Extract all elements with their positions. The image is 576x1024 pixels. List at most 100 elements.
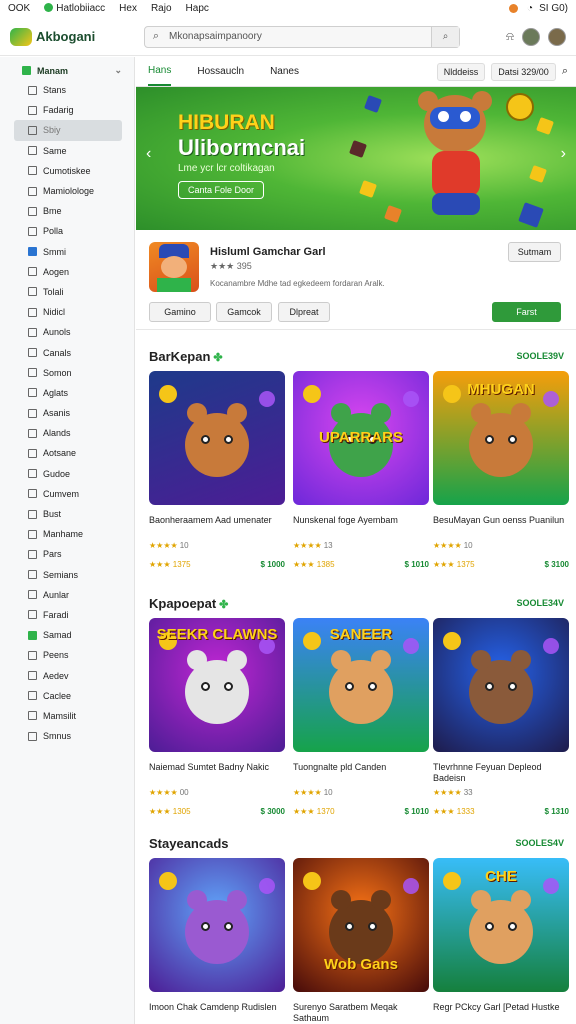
sidebar-item-label: Aogen <box>43 266 70 277</box>
search-icon[interactable]: ⌕ <box>562 65 568 78</box>
sidebar-item-icon <box>28 186 37 196</box>
sidebar-item[interactable]: Smmi <box>0 242 134 262</box>
game-card[interactable]: Wob GansSurenyo Saratbem Meqak Sathaum★★… <box>293 858 429 1024</box>
sidebar-item[interactable]: Aglats <box>0 383 134 403</box>
tab-bar: Hans Hossaucln Nanes Nlddeiss Datsi 329/… <box>136 57 576 87</box>
sidebar-item[interactable]: Caclee <box>0 686 134 706</box>
app-logo[interactable]: Akbogani <box>10 27 130 46</box>
sidebar-item[interactable]: Alands <box>0 423 134 443</box>
sidebar-item[interactable]: Aunlar <box>0 585 134 605</box>
sidebar-item[interactable]: Tolali <box>0 282 134 302</box>
sidebar-item[interactable]: Aunols <box>0 322 134 342</box>
game-card[interactable]: Tlevrhnne Feyuan Depleod Badeisn ★★★★ 33 ★★… <box>433 618 569 816</box>
sidebar-item[interactable]: Peens <box>0 645 134 665</box>
sidebar-item[interactable]: Same <box>0 141 134 161</box>
trophy-decoration <box>506 93 534 121</box>
sidebar-item-icon <box>28 711 37 721</box>
game-thumbnail[interactable]: MHUGAN <box>433 371 569 505</box>
sidebar-item[interactable]: Somon <box>0 363 134 383</box>
see-all-link[interactable]: SOOLE34V <box>516 598 564 608</box>
sidebar-item[interactable]: Aogen <box>0 262 134 282</box>
tag-button[interactable]: Gamcok <box>216 302 272 322</box>
game-card[interactable]: SANEER Tuongnalte pld Canden ★★★★ 10 ★★★ 137… <box>293 618 429 816</box>
avatar[interactable] <box>522 27 540 46</box>
see-all-link[interactable]: SOOLE39V <box>516 351 564 361</box>
sidebar-item[interactable]: Nidicl <box>0 302 134 322</box>
tag-button[interactable]: Gamino <box>149 302 211 322</box>
sidebar-item[interactable]: Smnus <box>0 726 134 746</box>
install-button[interactable]: Farst <box>492 302 561 322</box>
sidebar-item[interactable]: Gudoe <box>0 464 134 484</box>
game-card[interactable]: MHUGAN BesuMayan Gun oenss Puanilun ★★★★ 10… <box>433 371 569 569</box>
game-thumbnail[interactable] <box>149 371 285 505</box>
sidebar-item-label: Bust <box>43 509 62 520</box>
game-thumbnail[interactable]: SEEKR CLAWNS <box>149 618 285 752</box>
game-title: Naiemad Sumtet Badny Nakic <box>149 762 270 772</box>
game-card[interactable]: Baonheraamem Aad umenater ★★★★ 10 ★★★ 1375 $… <box>149 371 285 569</box>
sidebar-item-label: Smmi <box>43 246 66 257</box>
sidebar-item-label: Cumotiskee <box>43 165 91 176</box>
sidebar-item[interactable]: Sbiy <box>14 120 122 141</box>
game-card[interactable]: SEEKR CLAWNS Naiemad Sumtet Badny Nakic ★★… <box>149 618 285 816</box>
game-thumbnail[interactable] <box>149 858 285 992</box>
sidebar-item[interactable]: Polla <box>0 221 134 241</box>
tab-third[interactable]: Nanes <box>270 66 299 77</box>
sidebar-header[interactable]: Manam ⌄ <box>0 57 134 80</box>
game-thumbnail[interactable]: Wob Gans <box>293 858 429 992</box>
tab-second[interactable]: Hossaucln <box>197 66 244 77</box>
game-thumbnail[interactable] <box>433 618 569 752</box>
sidebar-item[interactable]: Asanis <box>0 403 134 423</box>
sidebar-item[interactable]: Bust <box>0 504 134 524</box>
search-input[interactable]: ⌕ Mkonapsaimpanoory ⌕ <box>144 25 460 48</box>
see-all-link[interactable]: SOOLES4V <box>515 838 564 848</box>
game-title: Surenyo Saratbem Meqak Sathaum <box>293 1002 398 1023</box>
sidebar-item-icon <box>28 226 37 236</box>
sidebar-item[interactable]: Cumotiskee <box>0 161 134 181</box>
chevron-right-icon[interactable]: › <box>561 145 566 163</box>
sidebar-item[interactable]: Pars <box>0 544 134 564</box>
filter-pill[interactable]: Nlddeiss <box>436 62 486 81</box>
sidebar-item[interactable]: Mamsilit <box>0 706 134 726</box>
game-thumbnail[interactable]: UPARRARS <box>293 371 429 505</box>
sidebar-item-label: Tolali <box>43 286 64 297</box>
notification-bell-icon[interactable]: ⍾ <box>506 29 514 44</box>
sidebar-item[interactable]: Manhame <box>0 524 134 544</box>
search-button[interactable]: ⌕ <box>431 26 459 47</box>
game-stars: ★★★★ 10 <box>293 788 333 797</box>
sidebar-item[interactable]: Aotsane <box>0 443 134 463</box>
coin-decoration <box>159 385 177 403</box>
sidebar-item[interactable]: Cumvem <box>0 484 134 504</box>
status-item: Hex <box>119 2 137 14</box>
game-card[interactable]: UPARRARS Nunskenal foge Ayembam ★★★★ 13 ★★★ … <box>293 371 429 569</box>
sidebar-item[interactable]: Mamiolologe <box>0 181 134 201</box>
chevron-left-icon[interactable]: ‹ <box>146 145 151 163</box>
game-card[interactable]: Imoon Chak Camdenp Rudislen★★★★ <box>149 858 285 1024</box>
sidebar-item[interactable]: Bme <box>0 201 134 221</box>
sidebar-item[interactable]: Semians <box>0 565 134 585</box>
banner-cta-button[interactable]: Canta Fole Door <box>178 181 265 199</box>
game-thumbnail[interactable]: CHE <box>433 858 569 992</box>
status-item: Hapc <box>185 2 209 14</box>
sidebar-item-icon <box>28 691 37 701</box>
game-thumbnail[interactable]: SANEER <box>293 618 429 752</box>
sidebar-item-label: Manhame <box>43 529 84 540</box>
game-title: Tuongnalte pld Canden <box>293 762 387 772</box>
sidebar-item[interactable]: Aedev <box>0 665 134 685</box>
sidebar-item[interactable]: Stans <box>0 80 134 100</box>
sidebar-item[interactable]: Samad <box>0 625 134 645</box>
game-card[interactable]: CHERegr PCkcy Garl [Petad Hustke★★★★ <box>433 858 569 1024</box>
tag-button[interactable]: Dlpreat <box>278 302 330 322</box>
tab-home[interactable]: Hans <box>148 57 172 86</box>
date-pill[interactable]: Datsi 329/00 <box>491 62 556 81</box>
sidebar-item-icon <box>28 630 37 640</box>
sidebar-item-icon <box>28 327 37 337</box>
sidebar-item[interactable]: Canals <box>0 342 134 362</box>
sidebar-item[interactable]: Faradi <box>0 605 134 625</box>
cube-decoration <box>349 140 367 158</box>
sidebar-item[interactable]: Fadarig <box>0 100 134 120</box>
hero-banner[interactable]: ‹ › HIBURAN Ulibormcnai Lme ycr lcr colt… <box>136 87 576 230</box>
avatar-secondary[interactable] <box>548 27 566 46</box>
app-icon[interactable] <box>149 242 199 292</box>
side-button[interactable]: Sutmam <box>508 242 561 262</box>
orb-decoration <box>403 391 419 407</box>
